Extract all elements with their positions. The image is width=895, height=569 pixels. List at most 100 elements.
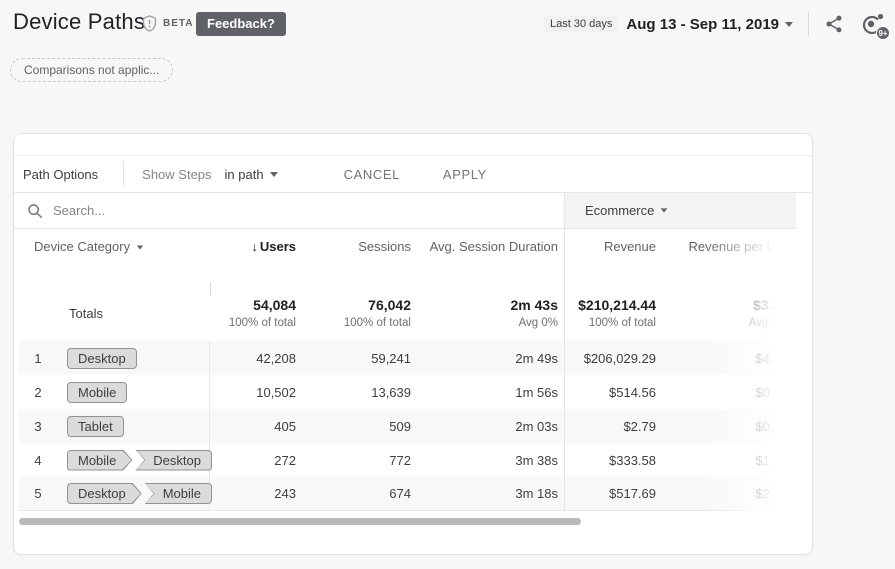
column-header-users[interactable]: ↓Users xyxy=(210,229,306,285)
path-options-toolbar: Path Options Show Steps in path CANCEL A… xyxy=(14,155,812,193)
device-path-cell: Desktop xyxy=(57,341,210,375)
insights-button[interactable]: 9+ xyxy=(860,11,886,37)
metric-group-label: Ecommerce xyxy=(585,203,654,218)
column-header-revenue-per-user[interactable]: Revenue per User xyxy=(666,229,796,285)
metric-value: 272 xyxy=(210,443,306,477)
share-icon xyxy=(824,14,844,34)
device-chip-arrow[interactable]: Mobile xyxy=(145,483,212,504)
metric-value: 59,241 xyxy=(306,341,421,375)
horizontal-scrollbar[interactable] xyxy=(19,518,581,525)
beta-badge: BETA xyxy=(163,18,193,29)
metric-value: 674 xyxy=(306,477,421,510)
report-card: Path Options Show Steps in path CANCEL A… xyxy=(13,133,813,555)
table-row[interactable]: 3 Tablet 4055092m 03s$2.79$0.01 xyxy=(19,409,796,443)
share-button[interactable] xyxy=(824,14,844,34)
device-path-cell: Tablet xyxy=(57,409,210,443)
table-body: 1Desktop42,20859,2412m 49s$206,029.29$4.… xyxy=(19,341,796,511)
column-header-revenue[interactable]: Revenue xyxy=(564,229,666,285)
caret-down-icon xyxy=(785,22,793,27)
shield-alert-icon[interactable] xyxy=(140,14,159,38)
totals-users: 54,084100% of total xyxy=(210,285,306,341)
device-chip[interactable]: Desktop xyxy=(67,348,137,369)
arrow-down-icon: ↓ xyxy=(251,239,258,254)
metric-group-dropdown[interactable]: Ecommerce xyxy=(564,193,796,229)
table-header-row: Device Category ↓Users Sessions Avg. Ses… xyxy=(19,229,796,285)
table-row[interactable]: 1Desktop42,20859,2412m 49s$206,029.29$4.… xyxy=(19,341,796,375)
device-chip-label: Desktop xyxy=(136,451,211,470)
row-index: 3 xyxy=(19,409,57,443)
metric-value: 42,208 xyxy=(210,341,306,375)
device-chip-arrow[interactable]: Desktop xyxy=(135,450,212,471)
comparison-chip[interactable]: Comparisons not applic... xyxy=(10,58,173,82)
feedback-button[interactable]: Feedback? xyxy=(196,12,286,36)
metric-value: $2.13 xyxy=(666,477,796,510)
device-chip-label: Desktop xyxy=(68,484,141,503)
date-range-selector[interactable]: Aug 13 - Sep 11, 2019 xyxy=(626,16,779,33)
show-steps-value: in path xyxy=(225,167,264,182)
metric-value: $0.05 xyxy=(666,375,796,409)
device-chip-label: Mobile xyxy=(68,451,131,470)
device-chip-label: Mobile xyxy=(146,484,211,503)
metric-value: 772 xyxy=(306,443,421,477)
device-chip[interactable]: Tablet xyxy=(67,416,124,437)
notification-badge: 9+ xyxy=(876,26,890,40)
table-row[interactable]: 5 Desktop Mobile2436743m 18s$517.69$2.13 xyxy=(19,477,796,511)
totals-row: Totals 54,084100% of total 76,042100% of… xyxy=(19,285,796,341)
data-table: Device Category ↓Users Sessions Avg. Ses… xyxy=(19,229,796,511)
totals-duration: 2m 43sAvg 0% xyxy=(421,285,564,341)
totals-label: Totals xyxy=(19,285,210,341)
device-path-cell: Mobile xyxy=(57,375,210,409)
column-header-avg-session-duration[interactable]: Avg. Session Duration xyxy=(421,229,564,285)
device-path-cell: Mobile Desktop xyxy=(57,443,210,477)
cancel-button[interactable]: CANCEL xyxy=(344,167,400,182)
metric-value: $1.23 xyxy=(666,443,796,477)
device-chip-arrow[interactable]: Desktop xyxy=(67,483,142,504)
metric-value: $517.69 xyxy=(564,477,666,510)
metric-value: 405 xyxy=(210,409,306,443)
date-preset-badge: Last 30 days xyxy=(544,15,618,33)
metric-value: $2.79 xyxy=(564,409,666,443)
caret-down-icon xyxy=(137,246,143,250)
table-row[interactable]: 2Mobile10,50213,6391m 56s$514.56$0.05 xyxy=(19,375,796,409)
header-actions: Last 30 days Aug 13 - Sep 11, 2019 9+ xyxy=(544,11,886,37)
page-title: Device Paths xyxy=(13,9,145,35)
metric-value: 3m 38s xyxy=(421,443,564,477)
search-bar xyxy=(14,193,564,229)
device-chip[interactable]: Mobile xyxy=(67,382,127,403)
metric-value: $0.01 xyxy=(666,409,796,443)
totals-sessions: 76,042100% of total xyxy=(306,285,421,341)
totals-revenue-per-user: $3.89Avg 0% xyxy=(666,285,796,341)
device-path-cell: Desktop Mobile xyxy=(57,477,210,510)
show-steps-label: Show Steps xyxy=(142,167,211,182)
device-chip-arrow[interactable]: Mobile xyxy=(67,450,132,471)
caret-down-icon xyxy=(661,208,668,212)
divider xyxy=(123,161,124,187)
column-header-sessions[interactable]: Sessions xyxy=(306,229,421,285)
path-options-tab[interactable]: Path Options xyxy=(23,167,98,182)
metric-value: $333.58 xyxy=(564,443,666,477)
row-index: 2 xyxy=(19,375,57,409)
search-input[interactable] xyxy=(53,203,493,218)
metric-value: $206,029.29 xyxy=(564,341,666,375)
metric-value: 13,639 xyxy=(306,375,421,409)
metric-value: 1m 56s xyxy=(421,375,564,409)
caret-down-icon xyxy=(270,172,278,177)
divider xyxy=(808,12,809,36)
row-index: 1 xyxy=(19,341,57,375)
metric-value: 509 xyxy=(306,409,421,443)
show-steps-dropdown[interactable]: in path xyxy=(225,167,278,182)
device-paths-page: Device Paths BETA Feedback? Last 30 days… xyxy=(0,0,895,569)
table-row[interactable]: 4 Mobile Desktop2727723m 38s$333.58$1.23 xyxy=(19,443,796,477)
metric-value: 2m 03s xyxy=(421,409,564,443)
row-index: 5 xyxy=(19,477,57,510)
metric-value: $514.56 xyxy=(564,375,666,409)
totals-revenue: $210,214.44100% of total xyxy=(564,285,666,341)
row-index: 4 xyxy=(19,443,57,477)
column-header-device-category[interactable]: Device Category xyxy=(19,229,210,285)
search-icon xyxy=(26,202,44,220)
metric-value: $4.88 xyxy=(666,341,796,375)
column-divider-tick xyxy=(210,282,211,295)
metric-value: 243 xyxy=(210,477,306,510)
metric-value: 3m 18s xyxy=(421,477,564,510)
apply-button[interactable]: APPLY xyxy=(443,167,487,182)
